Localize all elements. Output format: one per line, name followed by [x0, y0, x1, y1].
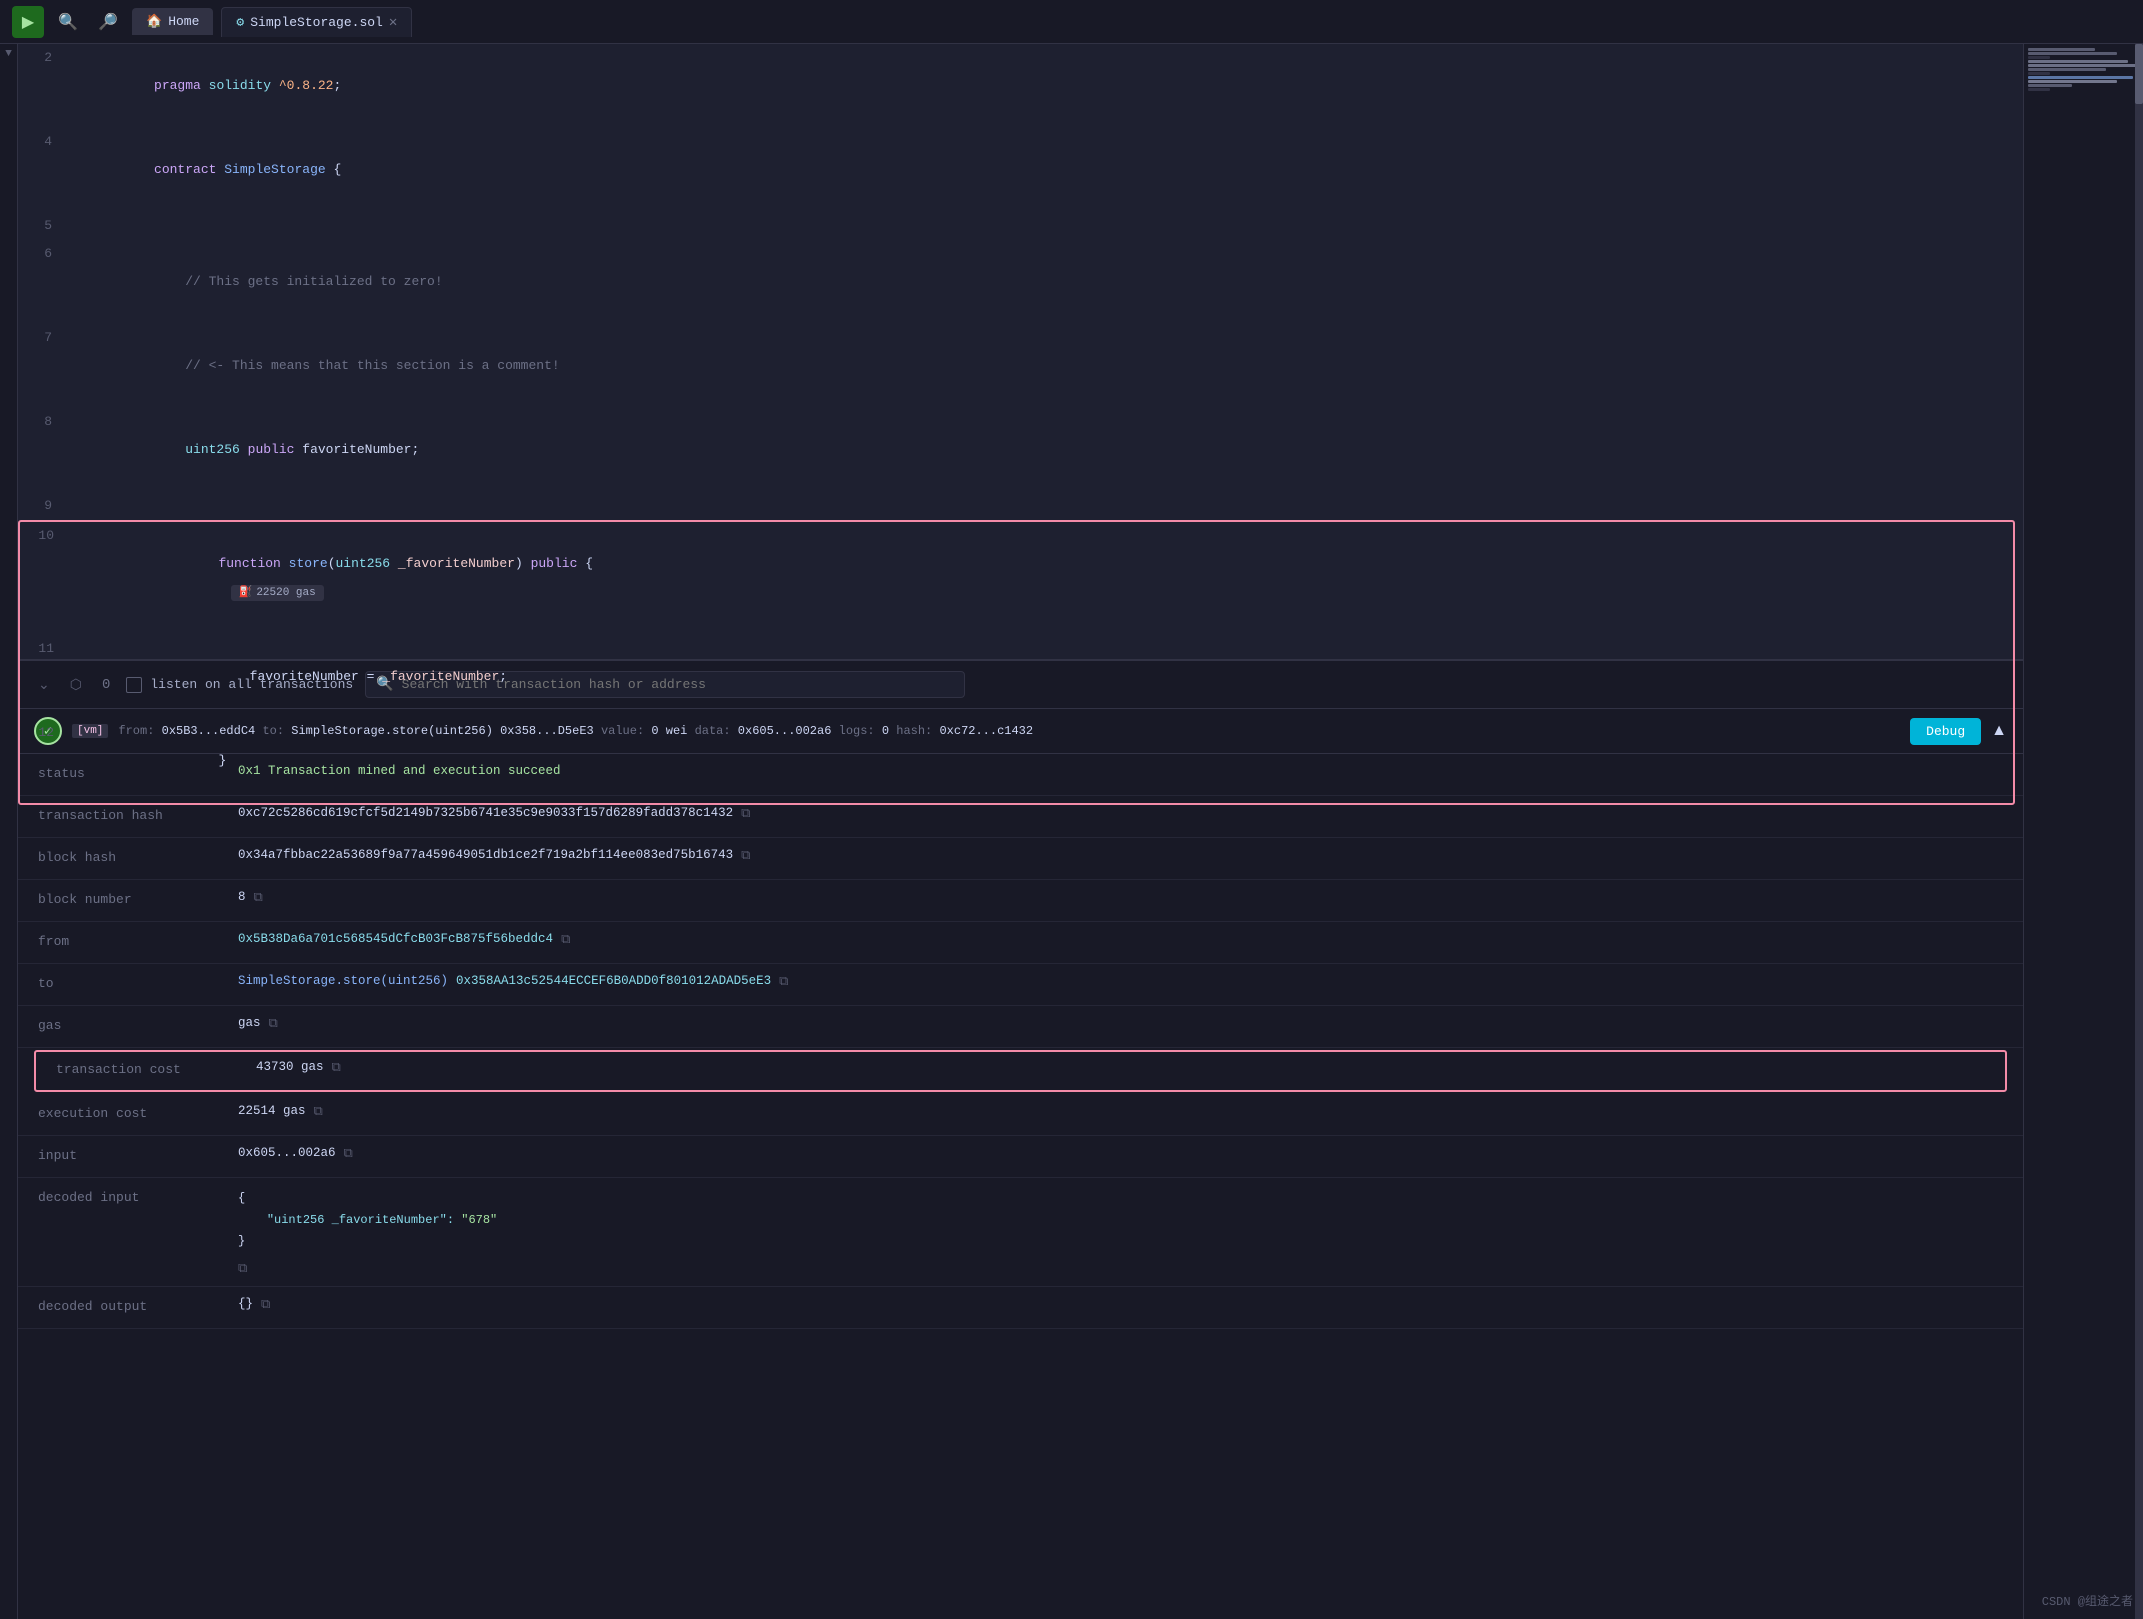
file-tab-label: SimpleStorage.sol: [250, 15, 383, 30]
left-gutter: ▼: [0, 44, 18, 1619]
watermark: CSDN @组途之者: [2042, 1592, 2133, 1609]
tx-log-entry: ✓ [vm] from: 0x5B3...eddC4 to: SimpleSto…: [18, 709, 2023, 754]
search-zoom-button[interactable]: 🔍: [52, 6, 84, 38]
copy-block-hash-icon[interactable]: ⧉: [741, 848, 750, 863]
minimap-scrollbar[interactable]: [2135, 44, 2143, 1619]
copy-decoded-input-icon[interactable]: ⧉: [238, 1261, 247, 1276]
zoom-button[interactable]: 🔎: [92, 6, 124, 38]
code-line-7: 7 // <- This means that this section is …: [18, 324, 2023, 408]
detail-row-decoded-output: decoded output {} ⧉: [18, 1287, 2023, 1329]
from-value: 0x5B38Da6a701c568545dCfcB03FcB875f56bedd…: [238, 932, 2003, 947]
main-area: ▼ 2 pragma solidity ^0.8.22; 4 contract …: [0, 44, 2143, 1619]
minimap: [2023, 44, 2143, 1619]
debug-button[interactable]: Debug: [1910, 718, 1981, 745]
code-line-2: 2 pragma solidity ^0.8.22;: [18, 44, 2023, 128]
detail-row-gas: gas gas ⧉: [18, 1006, 2023, 1048]
tx-cost-label: transaction cost: [56, 1060, 256, 1077]
decoded-output-value: {} ⧉: [238, 1297, 2003, 1312]
bottom-panel: ⌄ ⬡ 0 listen on all transactions 🔍 ✓ [vm…: [18, 659, 2023, 1619]
to-label: to: [38, 974, 238, 991]
tx-cost-value: 43730 gas ⧉: [256, 1060, 1985, 1075]
input-label: input: [38, 1146, 238, 1163]
from-label: from: [38, 932, 238, 949]
detail-row-input: input 0x605...002a6 ⧉: [18, 1136, 2023, 1178]
code-line-9: 9: [18, 492, 2023, 520]
decoded-input-label: decoded input: [38, 1188, 238, 1205]
copy-to-icon[interactable]: ⧉: [779, 974, 788, 989]
copy-exec-cost-icon[interactable]: ⧉: [314, 1104, 323, 1119]
panel-collapse-button[interactable]: ⌄: [34, 672, 54, 697]
exec-cost-value: 22514 gas ⧉: [238, 1104, 2003, 1119]
tx-hash-label: transaction hash: [38, 806, 238, 823]
search-input[interactable]: [402, 677, 955, 692]
minimap-scrollbar-thumb: [2135, 44, 2143, 104]
copy-tx-hash-icon[interactable]: ⧉: [741, 806, 750, 821]
listen-all-label[interactable]: listen on all transactions: [126, 677, 353, 693]
code-line-5: 5: [18, 212, 2023, 240]
detail-row-block-number: block number 8 ⧉: [18, 880, 2023, 922]
tab-home[interactable]: 🏠 Home: [132, 8, 213, 35]
file-tab-icon: ⚙: [236, 15, 244, 30]
expand-button[interactable]: ▲: [1991, 722, 2007, 740]
bottom-toolbar: ⌄ ⬡ 0 listen on all transactions 🔍: [18, 661, 2023, 709]
home-icon: 🏠: [146, 14, 162, 29]
detail-row-block-hash: block hash 0x34a7fbbac22a53689f9a77a4596…: [18, 838, 2023, 880]
stop-button[interactable]: ⬡: [66, 672, 86, 697]
copy-from-icon[interactable]: ⧉: [561, 932, 570, 947]
tab-simplestorage[interactable]: ⚙ SimpleStorage.sol ✕: [221, 7, 412, 37]
exec-cost-label: execution cost: [38, 1104, 238, 1121]
tab-close-icon[interactable]: ✕: [389, 14, 397, 31]
decoded-output-label: decoded output: [38, 1297, 238, 1314]
listen-all-text: listen on all transactions: [150, 677, 353, 692]
copy-input-icon[interactable]: ⧉: [344, 1146, 353, 1161]
copy-block-number-icon[interactable]: ⧉: [254, 890, 263, 905]
zoom-icon: 🔎: [98, 12, 118, 32]
minimap-content: [2024, 44, 2143, 1619]
run-icon: ▶: [22, 12, 34, 32]
detail-row-tx-hash: transaction hash 0xc72c5286cd619cfcf5d21…: [18, 796, 2023, 838]
detail-row-decoded-input: decoded input { "uint256 _favoriteNumber…: [18, 1178, 2023, 1287]
run-button[interactable]: ▶: [12, 6, 44, 38]
code-line-6: 6 // This gets initialized to zero!: [18, 240, 2023, 324]
detail-row-to: to SimpleStorage.store(uint256) 0x358AA1…: [18, 964, 2023, 1006]
copy-gas-icon[interactable]: ⧉: [269, 1016, 278, 1031]
detail-row-status: status 0x1 Transaction mined and executi…: [18, 754, 2023, 796]
code-line-4: 4 contract SimpleStorage {: [18, 128, 2023, 212]
block-number-value: 8 ⧉: [238, 890, 2003, 905]
gas-label: gas: [38, 1016, 238, 1033]
copy-tx-cost-icon[interactable]: ⧉: [332, 1060, 341, 1075]
gutter-icon-1: ▼: [5, 48, 12, 60]
gas-value: gas ⧉: [238, 1016, 2003, 1031]
top-toolbar: ▶ 🔍 🔎 🏠 Home ⚙ SimpleStorage.sol ✕: [0, 0, 2143, 44]
block-hash-value: 0x34a7fbbac22a53689f9a77a459649051db1ce2…: [238, 848, 2003, 863]
tx-hash-value: 0xc72c5286cd619cfcf5d2149b7325b6741e35c9…: [238, 806, 2003, 821]
search-icon: 🔍: [58, 12, 78, 32]
decoded-input-value: { "uint256 _favoriteNumber": "678" } ⧉: [238, 1188, 2003, 1276]
to-value: SimpleStorage.store(uint256) 0x358AA13c5…: [238, 974, 2003, 989]
tx-summary-text: from: 0x5B3...eddC4 to: SimpleStorage.st…: [118, 724, 1900, 738]
block-number-label: block number: [38, 890, 238, 907]
detail-row-exec-cost: execution cost 22514 gas ⧉: [18, 1094, 2023, 1136]
copy-decoded-output-icon[interactable]: ⧉: [261, 1297, 270, 1312]
search-box: 🔍: [365, 671, 965, 698]
home-tab-label: Home: [168, 14, 199, 29]
status-label: status: [38, 764, 238, 781]
code-line-10: 10 function store(uint256 _favoriteNumbe…: [20, 522, 2013, 635]
code-line-8: 8 uint256 public favoriteNumber;: [18, 408, 2023, 492]
detail-row-tx-cost: transaction cost 43730 gas ⧉: [34, 1050, 2007, 1092]
listen-all-checkbox[interactable]: [126, 677, 142, 693]
block-hash-label: block hash: [38, 848, 238, 865]
status-value: 0x1 Transaction mined and execution succ…: [238, 764, 2003, 778]
search-icon: 🔍: [376, 676, 393, 693]
counter-badge: 0: [98, 677, 114, 693]
detail-row-from: from 0x5B38Da6a701c568545dCfcB03FcB875f5…: [18, 922, 2023, 964]
details-table: status 0x1 Transaction mined and executi…: [18, 754, 2023, 1619]
tx-success-icon: ✓: [34, 717, 62, 745]
code-panel: 2 pragma solidity ^0.8.22; 4 contract Si…: [18, 44, 2023, 1619]
input-value: 0x605...002a6 ⧉: [238, 1146, 2003, 1161]
decoded-input-json: { "uint256 _favoriteNumber": "678" }: [238, 1188, 497, 1253]
vm-tag: [vm]: [72, 724, 108, 738]
